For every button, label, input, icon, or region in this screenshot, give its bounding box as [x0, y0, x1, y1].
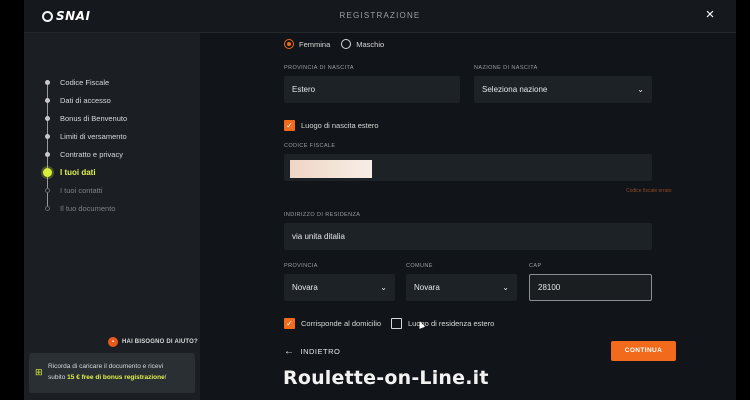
step-dot-icon: [45, 151, 50, 157]
continue-button[interactable]: CONTINUA: [611, 341, 676, 361]
chat-icon: ▪: [108, 337, 118, 347]
gender-radio-group: Femmina Maschio: [284, 39, 384, 49]
luogo-nascita-estero-checkbox[interactable]: ✓: [284, 120, 295, 131]
residenza-estero-row: Luogo di residenza estero: [391, 318, 494, 329]
arrow-left-icon: ←: [284, 346, 295, 357]
step-label: Il tuo documento: [60, 203, 116, 213]
step-label: I tuoi contatti: [60, 185, 103, 195]
back-button[interactable]: ← INDIETRO: [284, 346, 340, 357]
comune-value: Novara: [414, 283, 440, 292]
provincia-nascita-field[interactable]: Estero: [284, 76, 460, 103]
registration-modal: SNAI REGISTRAZIONE × Codice Fiscale Dati…: [24, 0, 736, 400]
step-active-dot-icon: [43, 167, 52, 177]
chevron-down-icon: ⌄: [502, 283, 509, 292]
step-dot-icon: [45, 79, 50, 85]
provincia-label: PROVINCIA: [284, 263, 318, 269]
step-label: Limiti di versamento: [60, 131, 127, 141]
gift-icon: ⊞: [35, 367, 43, 377]
page-title: REGISTRAZIONE: [339, 11, 421, 20]
step-dot-icon: [45, 97, 50, 103]
step-label: I tuoi dati: [60, 167, 96, 177]
help-link[interactable]: ▪ HAI BISOGNO DI AIUTO?: [108, 335, 198, 349]
codice-fiscale-redacted: [290, 160, 372, 178]
codice-fiscale-field[interactable]: [284, 154, 652, 181]
watermark-text: Roulette-on-Line.it: [283, 367, 489, 389]
nazione-nascita-label: NAZIONE DI NASCITA: [474, 65, 538, 71]
radio-maschio-label: Maschio: [356, 39, 385, 49]
promo-line-2-suffix: !: [164, 374, 167, 381]
corrisponde-domicilio-row: ✓ Corrisponde al domicilio: [284, 318, 381, 329]
chevron-down-icon: ⌄: [637, 85, 644, 94]
step-label: Codice Fiscale: [60, 77, 110, 87]
codice-fiscale-label: CODICE FISCALE: [284, 143, 336, 149]
step-dot-icon: [45, 115, 50, 121]
radio-maschio[interactable]: [341, 39, 352, 49]
comune-label: COMUNE: [406, 263, 433, 269]
residenza-estero-checkbox[interactable]: [391, 318, 402, 329]
provincia-select[interactable]: Novara ⌄: [284, 274, 395, 301]
promo-line-1: Ricorda di caricare il documento e ricev…: [48, 363, 164, 370]
codice-fiscale-hint: Codice fiscale errato: [626, 188, 672, 194]
comune-select[interactable]: Novara ⌄: [406, 274, 517, 301]
step-label: Dati di accesso: [60, 95, 111, 105]
sidebar: Codice Fiscale Dati di accesso Bonus di …: [24, 33, 200, 400]
radio-femmina[interactable]: [284, 39, 294, 49]
promo-banner: ⊞ Ricorda di caricare il documento e ric…: [29, 353, 195, 393]
luogo-nascita-estero-label: Luogo di nascita estero: [301, 121, 379, 130]
step-dot-icon: [45, 187, 50, 193]
close-icon[interactable]: ×: [702, 7, 718, 23]
luogo-nascita-estero-row: ✓ Luogo di nascita estero: [284, 120, 379, 131]
step-label: Contratto e privacy: [60, 149, 123, 159]
back-label: INDIETRO: [300, 347, 341, 356]
cap-label: CAP: [529, 263, 542, 269]
cap-field[interactable]: 28100: [529, 274, 652, 301]
cap-value: 28100: [538, 283, 561, 292]
nazione-nascita-value: Seleziona nazione: [482, 85, 548, 94]
chevron-down-icon: ⌄: [380, 283, 387, 292]
top-bar: SNAI REGISTRAZIONE ×: [24, 0, 736, 33]
provincia-nascita-label: PROVINCIA DI NASCITA: [284, 65, 354, 71]
form-area: Femmina Maschio PROVINCIA DI NASCITA Est…: [200, 33, 736, 400]
provincia-value: Novara: [292, 283, 318, 292]
step-label: Bonus di Benvenuto: [60, 113, 128, 123]
step-dot-icon: [45, 205, 50, 211]
radio-femmina-label: Femmina: [299, 39, 331, 49]
corrisponde-domicilio-label: Corrisponde al domicilio: [301, 319, 382, 328]
indirizzo-field[interactable]: via unita ditalia: [284, 223, 652, 250]
indirizzo-label: INDIRIZZO DI RESIDENZA: [284, 212, 361, 218]
step-dot-icon: [45, 133, 50, 139]
corrisponde-domicilio-checkbox[interactable]: ✓: [284, 318, 295, 329]
promo-bonus: 15 € free di bonus registrazione: [67, 374, 165, 381]
nazione-nascita-select[interactable]: Seleziona nazione ⌄: [474, 76, 652, 103]
promo-line-2-prefix: subito: [48, 374, 68, 381]
promo-text: Ricorda di caricare il documento e ricev…: [48, 361, 192, 383]
help-label: HAI BISOGNO DI AIUTO?: [122, 339, 198, 345]
